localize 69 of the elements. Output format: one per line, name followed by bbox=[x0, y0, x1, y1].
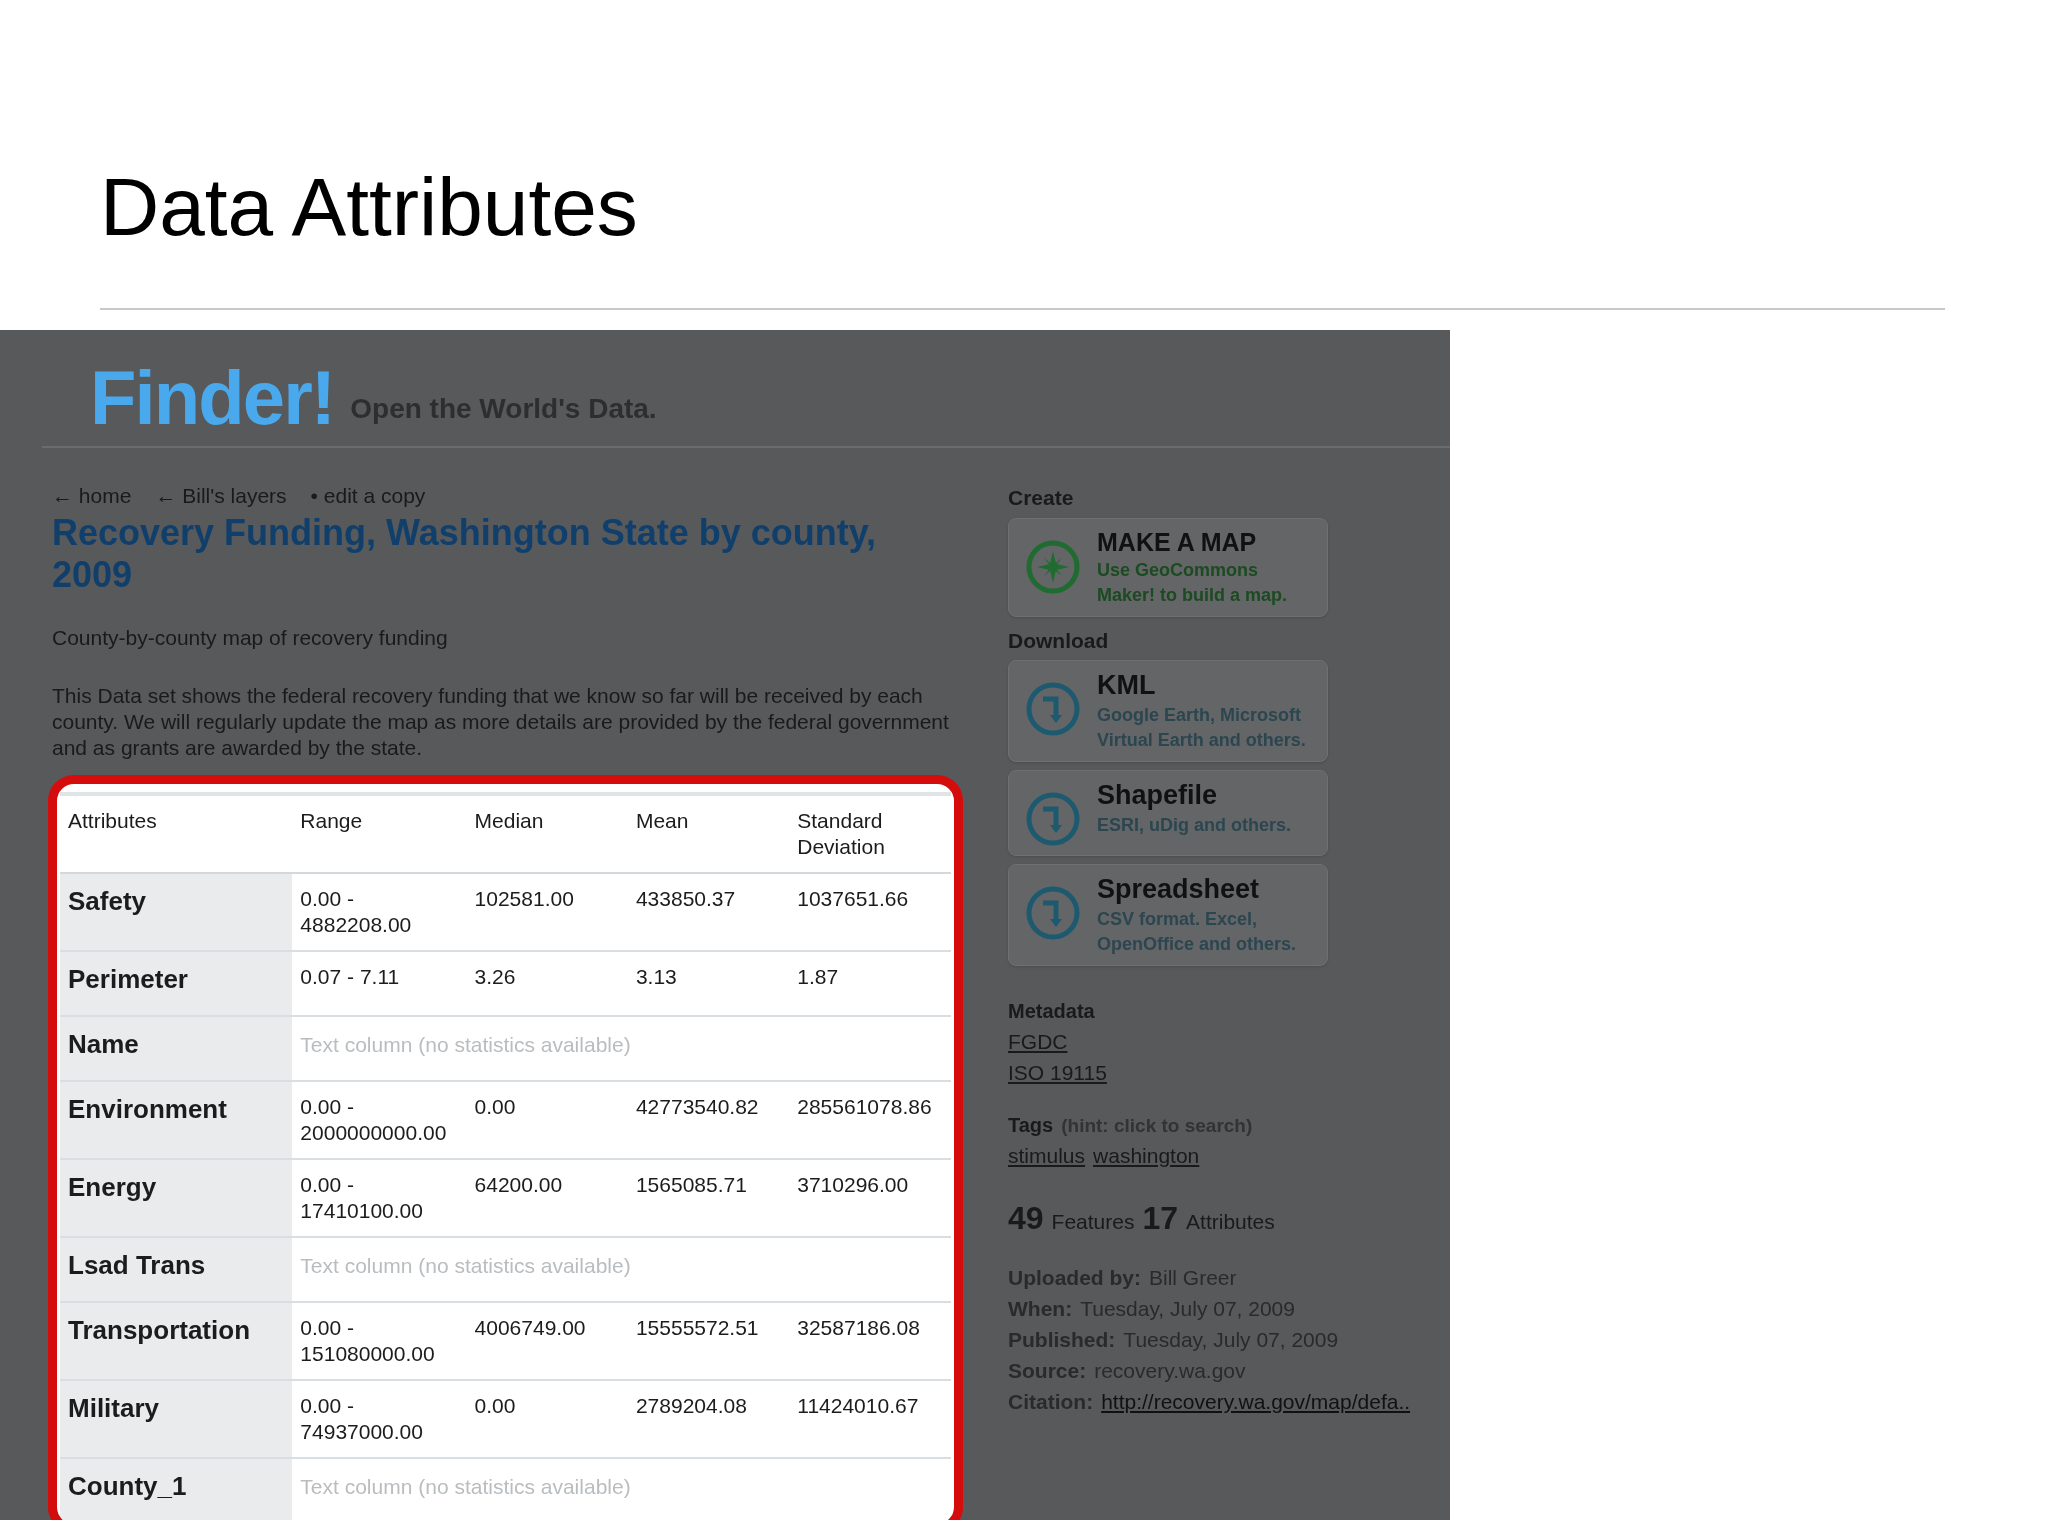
count-number: 17 bbox=[1142, 1198, 1179, 1238]
breadcrumb-link[interactable]: • edit a copy bbox=[310, 480, 426, 512]
no-statistics-note: Text column (no statistics available) bbox=[292, 1016, 951, 1081]
site-logo[interactable]: Finder! bbox=[90, 360, 335, 436]
table-cell: 0.07 - 7.11 bbox=[292, 951, 467, 1016]
table-cell: 4006749.00 bbox=[466, 1302, 628, 1380]
column-header: Range bbox=[292, 794, 467, 873]
table-cell: 32587186.08 bbox=[789, 1302, 951, 1380]
table-cell: 3.13 bbox=[627, 951, 790, 1016]
attribute-name: County_1 bbox=[60, 1458, 293, 1520]
table-cell: 285561078.86 bbox=[789, 1081, 951, 1159]
card-title: Spreadsheet bbox=[1097, 873, 1261, 906]
attribute-name: Lsad Trans bbox=[60, 1237, 293, 1302]
section-heading: Tags bbox=[1008, 1112, 1054, 1138]
section-heading: Create bbox=[1008, 485, 1075, 511]
table-cell: 15555572.51 bbox=[627, 1302, 790, 1380]
table-cell: 2789204.08 bbox=[627, 1380, 790, 1458]
attribute-name: Environment bbox=[60, 1081, 293, 1159]
attribute-name: Perimeter bbox=[60, 951, 293, 1016]
attribute-name: Transportation bbox=[60, 1302, 293, 1380]
breadcrumb-link[interactable]: ← home bbox=[52, 480, 132, 512]
card-title: KML bbox=[1097, 669, 1157, 703]
dataset-subtitle: County-by-county map of recovery funding bbox=[52, 624, 449, 651]
table-cell: 433850.37 bbox=[627, 873, 790, 951]
table-cell: 1565085.71 bbox=[627, 1159, 790, 1237]
breadcrumb-link[interactable]: ← Bill's layers bbox=[155, 480, 287, 512]
table-cell: 3.26 bbox=[466, 951, 628, 1016]
table-cell: 102581.00 bbox=[466, 873, 628, 951]
table-cell: 64200.00 bbox=[466, 1159, 628, 1237]
table-cell: 42773540.82 bbox=[627, 1081, 790, 1159]
count-number: 49 bbox=[1008, 1198, 1044, 1238]
metadata-link[interactable]: FGDC bbox=[1008, 1025, 1068, 1057]
attribute-name: Name bbox=[60, 1016, 293, 1081]
column-header: Standard Deviation bbox=[789, 794, 951, 873]
section-heading: Metadata bbox=[1008, 998, 1096, 1024]
no-statistics-note: Text column (no statistics available) bbox=[292, 1458, 951, 1520]
table-cell: 0.00 - 151080000.00 bbox=[292, 1302, 467, 1380]
card-title: MAKE A MAP bbox=[1097, 526, 1258, 558]
slide-title: Data Attributes bbox=[100, 166, 639, 248]
count-label: Attributes bbox=[1186, 1208, 1275, 1235]
table-cell: 0.00 - 4882208.00 bbox=[292, 873, 467, 951]
table-cell: 0.00 bbox=[466, 1081, 628, 1159]
citation-link[interactable]: http://recovery.wa.gov/map/defa.. bbox=[1101, 1385, 1411, 1417]
column-header: Mean bbox=[627, 794, 790, 873]
column-header: Attributes bbox=[60, 794, 293, 873]
attribute-name: Energy bbox=[60, 1159, 293, 1237]
table-cell: 1037651.66 bbox=[789, 873, 951, 951]
column-header: Median bbox=[466, 794, 628, 873]
card-description: Use GeoCommons Maker! to build a map. bbox=[1097, 558, 1289, 607]
attribute-name: Military bbox=[60, 1380, 293, 1458]
tag-link[interactable]: washington bbox=[1093, 1140, 1200, 1172]
tag-link[interactable]: stimulus bbox=[1008, 1140, 1086, 1172]
card-title: Shapefile bbox=[1097, 779, 1219, 812]
table-cell: 3710296.00 bbox=[789, 1159, 951, 1237]
action-card[interactable]: MAKE A MAP Use GeoCommons Maker! to build a map. bbox=[1008, 517, 1328, 617]
no-statistics-note: Text column (no statistics available) bbox=[292, 1237, 951, 1302]
count-label: Features bbox=[1051, 1208, 1135, 1235]
table-cell: 0.00 - 74937000.00 bbox=[292, 1380, 467, 1458]
dataset-description: This Data set shows the federal recovery funding that we know so far will be received by each county. We will regularly update the map as more details are provided by the federal government and as grants are awarded by the state. bbox=[52, 683, 950, 761]
compass-icon bbox=[1025, 538, 1081, 595]
table-cell: 0.00 - 17410100.00 bbox=[292, 1159, 467, 1237]
dataset-title: Recovery Funding, Washington State by county, 2009 bbox=[52, 511, 878, 596]
section-heading: Download bbox=[1008, 627, 1110, 654]
attribute-name: Safety bbox=[60, 873, 293, 951]
table-cell: 11424010.67 bbox=[789, 1380, 951, 1458]
table-cell: 0.00 bbox=[466, 1380, 628, 1458]
metadata-link[interactable]: ISO 19115 bbox=[1008, 1056, 1107, 1088]
table-cell: 0.00 - 2000000000.00 bbox=[292, 1081, 467, 1159]
table-cell: 1.87 bbox=[789, 951, 951, 1016]
